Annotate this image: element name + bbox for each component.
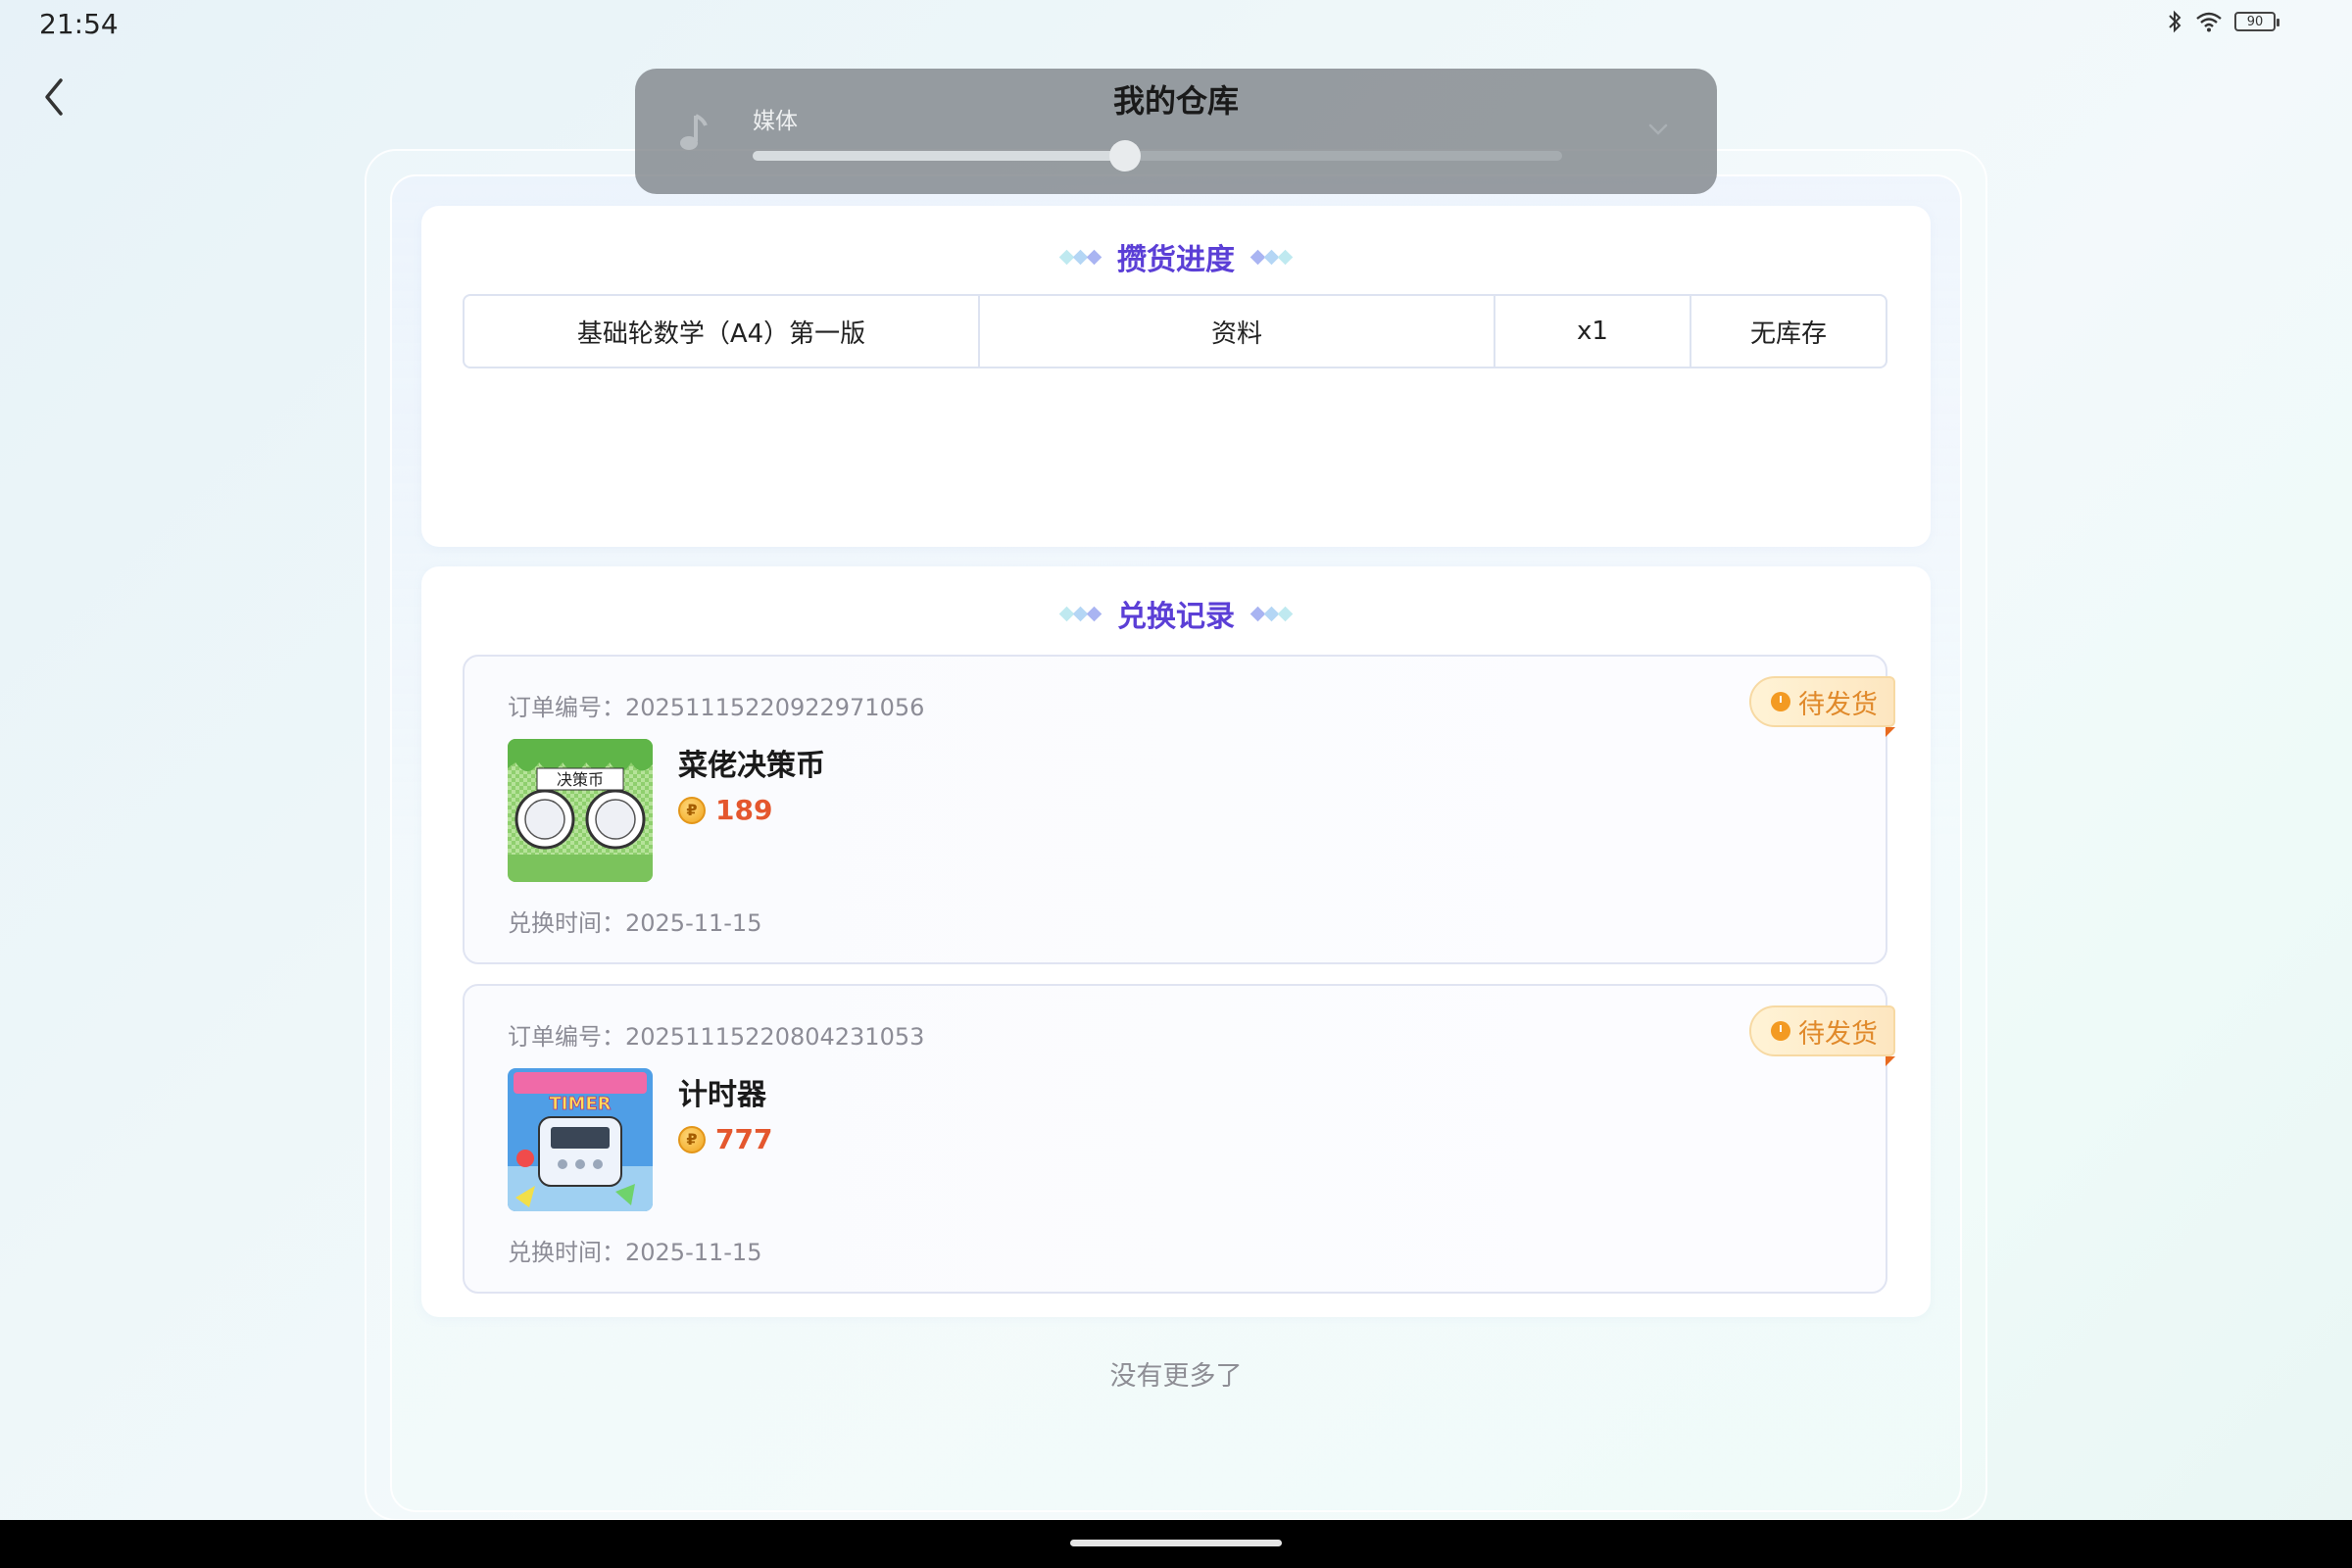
exchange-time: 兑换时间：2025-11-15: [508, 1239, 762, 1266]
decor-diamonds-right-icon: [1250, 249, 1294, 265]
back-button[interactable]: [37, 74, 76, 120]
product-price: ₽ 189: [678, 794, 772, 826]
product-image[interactable]: TIMER: [508, 1068, 653, 1211]
decor-diamonds-left-icon: [1058, 249, 1102, 265]
stock-table-row[interactable]: 基础轮数学（A4）第一版 资料 x1 无库存: [463, 294, 1887, 368]
clock-icon: [1771, 1021, 1790, 1041]
stock-progress-title: 攒货进度: [1117, 243, 1235, 277]
clock-icon: [1771, 692, 1790, 711]
product-image[interactable]: 决策币: [508, 739, 653, 882]
battery-level: 90: [2246, 14, 2264, 29]
bluetooth-icon: [2169, 10, 2181, 33]
stock-item-status: 无库存: [1749, 318, 1827, 349]
status-badge-label: 待发货: [1798, 689, 1878, 720]
wifi-icon: [2196, 12, 2222, 32]
stock-progress-card: 攒货进度 基础轮数学（A4）第一版 资料 x1 无库存: [421, 206, 1931, 547]
chevron-left-icon: [45, 78, 63, 116]
price-value: 189: [715, 794, 773, 826]
badge-ribbon-fold: [1886, 727, 1895, 737]
order-number: 订单编号：20251115220922971056: [508, 694, 925, 721]
decor-diamonds-right-icon: [1250, 606, 1294, 621]
badge-ribbon-fold: [1886, 1056, 1895, 1066]
status-icons: 90: [2166, 10, 2279, 33]
exchange-records-title: 兑换记录: [1117, 600, 1235, 634]
stock-item-quantity: x1: [1495, 296, 1691, 367]
coin-icon: ₽: [678, 1125, 706, 1153]
exchange-records-title-row: 兑换记录: [421, 592, 1931, 635]
volume-slider[interactable]: [753, 140, 1562, 172]
media-volume-panel[interactable]: 我的仓库 媒体: [635, 69, 1717, 194]
home-indicator[interactable]: [1070, 1540, 1282, 1546]
status-badge-label: 待发货: [1798, 1018, 1878, 1050]
volume-label: 媒体: [753, 109, 798, 134]
stock-progress-title-row: 攒货进度: [421, 235, 1931, 278]
product-name: 计时器: [678, 1078, 766, 1112]
music-note-icon: [680, 114, 708, 150]
coin-icon: ₽: [678, 796, 706, 824]
product-price: ₽ 777: [678, 1123, 772, 1155]
chevron-down-icon[interactable]: [1646, 120, 1670, 139]
status-badge: 待发货: [1749, 676, 1895, 727]
status-time: 21:54: [39, 8, 119, 40]
product-name: 菜佬决策币: [678, 749, 825, 783]
order-card[interactable]: 订单编号：20251115220804231053 TIMER 计时器 ₽ 77…: [463, 984, 1895, 1294]
order-card[interactable]: 订单编号：20251115220922971056 决策币 菜佬决策币 ₽ 18…: [463, 655, 1895, 964]
decor-diamonds-left-icon: [1058, 606, 1102, 621]
stock-item-category: 资料: [980, 296, 1495, 367]
order-number: 订单编号：20251115220804231053: [508, 1023, 925, 1051]
stock-item-name: 基础轮数学（A4）第一版: [465, 296, 980, 367]
status-badge: 待发货: [1749, 1005, 1895, 1056]
product-image-label: TIMER: [549, 1094, 611, 1114]
price-value: 777: [715, 1123, 773, 1155]
battery-indicator: 90: [2234, 12, 2279, 31]
volume-slider-knob[interactable]: [1108, 140, 1141, 172]
product-image-label: 决策币: [557, 770, 604, 789]
exchange-records-card: 兑换记录 订单编号：20251115220922971056 决策币 菜佬决策币…: [421, 566, 1931, 1317]
no-more-text: 没有更多了: [1109, 1361, 1243, 1392]
exchange-time: 兑换时间：2025-11-15: [508, 909, 762, 937]
volume-slider-fill: [753, 151, 1125, 161]
